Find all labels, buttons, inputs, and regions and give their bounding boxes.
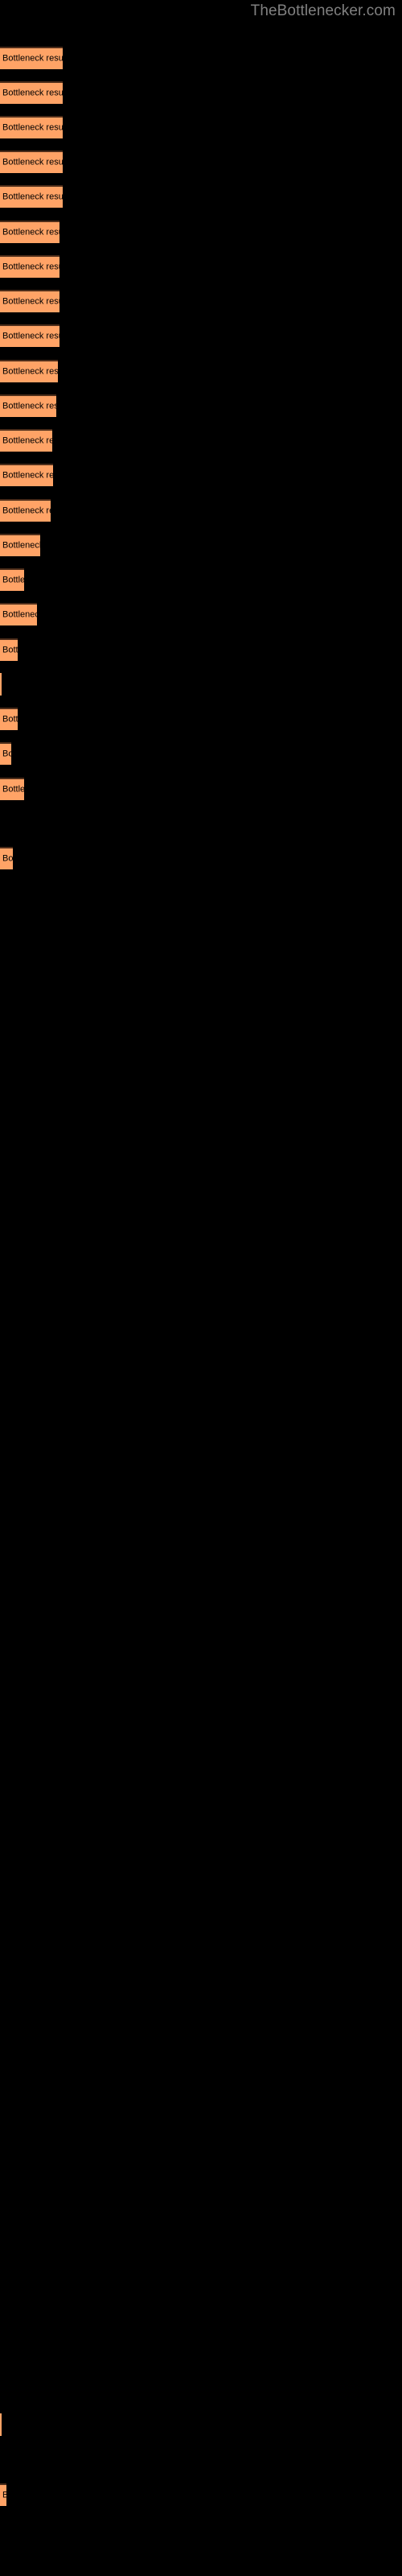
bar-3: Bottleneck result [0,151,63,173]
bar-label: Bottleneck result [2,575,24,585]
bar-label: Bottleneck result [2,227,59,237]
bar-label: Bottleneck result [2,645,18,655]
bar-2: Bottleneck result [0,116,63,138]
bar-4: Bottleneck result [0,185,63,208]
bar-19: Bottleneck result [0,708,18,730]
bar-label: Bottleneck result [2,749,11,759]
bar-18 [0,673,2,696]
bar-70: Bottleneck result [0,2483,6,2506]
bar-label: Bottleneck result [2,296,59,307]
bar-label: Bottleneck result [2,157,63,167]
bar-15: Bottleneck result [0,568,24,591]
bar-label: Bottleneck result [2,784,24,795]
bar-label: Bottleneck result [2,192,63,202]
bar-chart-plot-area: Bottleneck result Bottleneck result Bottle… [0,0,402,2576]
bar-label: Bottleneck result [2,401,56,411]
bar-label: Bottleneck result [2,609,37,620]
bar-20: Bottleneck result [0,742,11,765]
bar-label: Bottleneck result [2,506,51,516]
bar-label: Bottleneck result [2,88,63,98]
bar-label: Bottleneck result [2,436,52,446]
bottleneck-chart-page: TheBottlenecker.com Bottleneck result Bot… [0,0,402,2576]
bar-17: Bottleneck result [0,638,18,661]
bar-6: Bottleneck result [0,255,59,278]
bar-label: Bottleneck result [2,470,53,481]
bar-label: Bottleneck result [2,122,63,133]
bar-0: Bottleneck result [0,47,63,69]
bar-1: Bottleneck result [0,81,63,104]
bar-9: Bottleneck result [0,360,58,382]
bar-68 [0,2413,2,2436]
bar-16: Bottleneck result [0,603,37,625]
bar-label: Bottleneck result [2,53,63,64]
bar-14: Bottleneck result [0,534,40,556]
bar-5: Bottleneck result [0,221,59,243]
bar-label: Bottleneck result [2,331,59,341]
bar-label: Bottleneck result [2,540,40,551]
bar-7: Bottleneck result [0,290,59,312]
bar-label: Bottleneck result [2,366,58,377]
bar-21: Bottleneck result [0,778,24,800]
bar-label: Bottleneck result [2,262,59,272]
bar-23: Bottleneck result [0,847,13,869]
bar-label: Bottleneck result [2,2491,6,2501]
bar-12: Bottleneck result [0,464,53,486]
bar-8: Bottleneck result [0,324,59,347]
bar-label: Bottleneck result [2,714,18,724]
bar-10: Bottleneck result [0,394,56,417]
bar-label: Bottleneck result [2,853,13,864]
bar-13: Bottleneck result [0,499,51,522]
bar-11: Bottleneck result [0,429,52,452]
